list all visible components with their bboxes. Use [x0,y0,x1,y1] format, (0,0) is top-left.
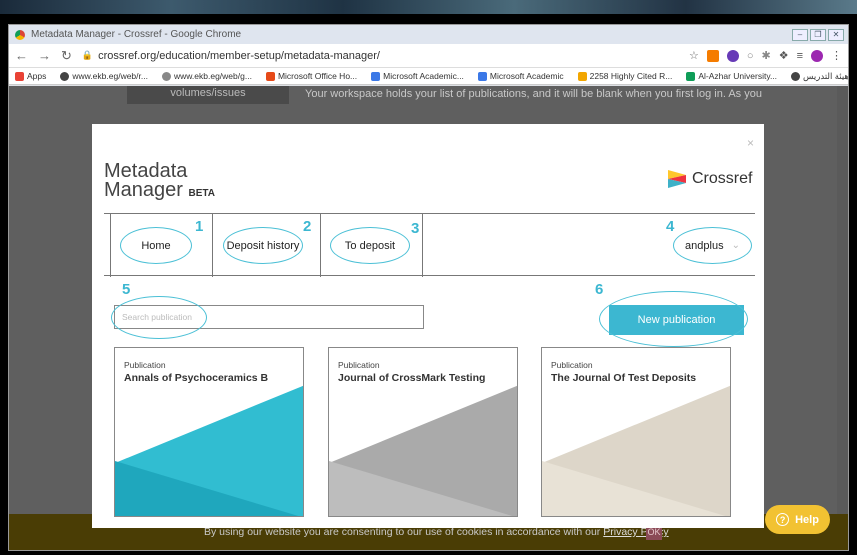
academic-icon [371,71,381,81]
search-annotation-ring [111,296,207,339]
card-label: Publication [551,360,593,370]
bookmark-office[interactable]: Microsoft Office Ho... [265,71,358,81]
help-label: Help [795,513,819,526]
menu-kebab-icon[interactable]: ⋮ [831,49,842,62]
bookmark-label: Al-Azhar University... [698,71,778,81]
nav-deposit-history[interactable]: Deposit history [223,227,303,264]
extension-purple-icon[interactable] [726,49,739,62]
chevron-down-icon: ⌄ [731,240,740,251]
office-icon [265,71,275,81]
bookmark-label: www.ekb.eg/web/g... [173,71,252,81]
url-text[interactable]: crossref.org/education/member-setup/meta… [98,50,380,62]
publication-card-test-deposits[interactable]: Publication The Journal Of Test Deposits [541,347,731,517]
crossref-logo: Crossref [666,168,752,190]
annotation-1: 1 [195,218,204,235]
window-controls: – ❐ ✕ [792,28,848,41]
close-icon[interactable]: × [747,136,754,150]
apps-grid-icon [15,71,24,81]
user-name: andplus [685,239,724,252]
chrome-logo-icon [15,29,25,40]
bookmark-label: Microsoft Office Ho... [277,71,358,81]
back-arrow-icon[interactable]: ← [15,48,28,63]
bookmark-academic-2[interactable]: Microsoft Academic [477,71,564,81]
metadata-manager-modal: × Metadata Manager BETA Crossref Home 1 … [92,124,764,528]
annotation-2: 2 [303,218,312,235]
app-title: Metadata Manager BETA [104,161,215,203]
annotation-3: 3 [411,220,420,237]
user-menu[interactable]: andplus ⌄ [673,227,752,264]
address-row: ← → ↻ 🔒 crossref.org/education/member-se… [9,44,848,68]
nav-divider [110,214,111,277]
nav-divider [320,214,321,277]
bookmark-label: www.ekb.eg/web/r... [72,71,148,81]
puzzle-icon[interactable]: ❖ [779,49,789,62]
reading-list-icon[interactable]: ≡ [797,50,803,62]
publication-card-annals[interactable]: Publication Annals of Psychoceramics B [114,347,304,517]
nav-deposit-history-label: Deposit history [226,239,300,252]
bg-sidebar-item: volumes/issues [127,86,289,104]
bookmark-apps[interactable]: Apps [15,71,46,81]
card-title: Annals of Psychoceramics B [124,372,269,384]
publication-card-crossmark[interactable]: Publication Journal of CrossMark Testing [328,347,518,517]
help-question-icon: ? [776,513,790,526]
bookmark-label: Apps [27,71,47,81]
main-nav: Home 1 Deposit history 2 To deposit 3 4 … [104,213,755,277]
nav-divider [422,214,423,277]
card-title: The Journal Of Test Deposits [551,372,697,384]
nav-to-deposit[interactable]: To deposit [330,227,410,264]
desktop-banner [0,0,857,14]
card-label: Publication [124,360,166,370]
minimize-icon[interactable]: – [792,28,808,41]
extension-icons: ☆ ○ ✱ ❖ ≡ ⋮ [689,49,842,62]
profile-avatar[interactable] [811,49,823,62]
nav-to-deposit-label: To deposit [344,239,396,252]
chart-icon [577,71,587,81]
help-button[interactable]: ? Help [765,505,830,534]
card-label: Publication [338,360,380,370]
nav-divider [212,214,213,277]
bookmark-faculty[interactable]: أعضاء هيئة التدريس... [791,71,848,82]
bg-workspace-text: Your workspace holds your list of public… [305,88,762,100]
bookmark-label: Microsoft Academic [489,71,564,81]
lock-icon: 🔒 [81,50,94,60]
reload-icon[interactable]: ↻ [61,48,72,64]
card-title: Journal of CrossMark Testing [338,372,486,384]
academic-icon [477,71,487,81]
globe-icon [791,71,801,81]
bookmark-azhar[interactable]: Al-Azhar University... [686,71,777,81]
extension-circle-icon[interactable]: ○ [747,50,754,62]
address-bar[interactable]: 🔒 crossref.org/education/member-setup/me… [82,50,689,62]
nav-home-label: Home [141,239,171,252]
bookmark-ekb-r[interactable]: www.ekb.eg/web/r... [60,71,148,81]
app-title-line2: Manager [104,179,183,201]
bookmark-academic-1[interactable]: Microsoft Academic... [371,71,464,81]
extension-settings-icon[interactable]: ✱ [761,49,770,62]
azhar-icon [686,71,696,81]
title-bar: Metadata Manager - Crossref - Google Chr… [9,25,848,44]
extension-orange-icon[interactable] [706,49,719,62]
bookmark-label: أعضاء هيئة التدريس... [803,70,848,81]
annotation-5: 5 [122,281,131,298]
bookmark-highly-cited[interactable]: 2258 Highly Cited R... [577,71,673,81]
restore-icon[interactable]: ❐ [810,28,826,41]
globe-icon [60,71,70,81]
bookmark-label: Microsoft Academic... [383,71,464,81]
annotation-6: 6 [595,281,604,298]
forward-arrow-icon[interactable]: → [38,48,51,63]
close-window-icon[interactable]: ✕ [828,28,844,41]
new-publication-annotation-ring [599,291,748,347]
crossref-mark-icon [668,170,686,188]
crossref-wordmark: Crossref [692,170,753,187]
window-title: Metadata Manager - Crossref - Google Chr… [31,29,242,40]
beta-badge: BETA [188,188,215,199]
page-scrollbar[interactable] [837,86,848,550]
bookmark-ekb-g[interactable]: www.ekb.eg/web/g... [161,71,252,81]
screen: Metadata Manager - Crossref - Google Chr… [0,0,857,555]
star-icon[interactable]: ☆ [689,49,699,62]
nav-home[interactable]: Home [120,227,192,264]
bookmarks-bar: Apps www.ekb.eg/web/r... www.ekb.eg/web/… [9,68,848,85]
globe-icon [161,71,171,81]
annotation-4: 4 [666,218,675,235]
bookmark-label: 2258 Highly Cited R... [589,71,673,81]
